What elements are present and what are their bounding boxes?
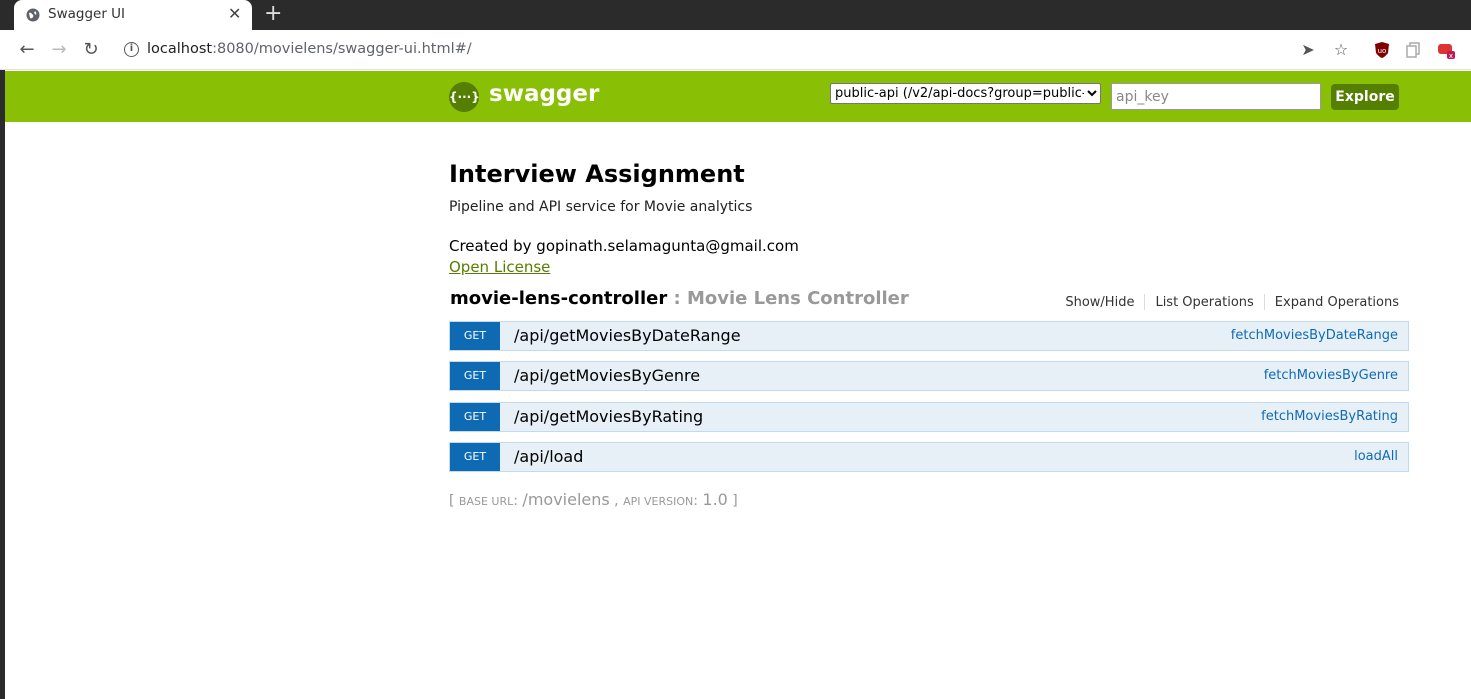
svg-text:uo: uo (1378, 47, 1387, 55)
url-path: :8080/movielens/swagger-ui.html#/ (212, 41, 472, 57)
expand-operations-link[interactable]: Expand Operations (1265, 295, 1399, 310)
globe-icon (26, 8, 40, 22)
operation-path[interactable]: /api/getMoviesByDateRange (514, 326, 741, 345)
operation-nickname[interactable]: fetchMoviesByRating (1261, 409, 1398, 424)
send-icon[interactable]: ➤ (1298, 40, 1318, 60)
method-badge[interactable]: GET (450, 443, 500, 471)
browser-tab[interactable]: Swagger UI ✕ (14, 0, 252, 30)
resource-heading[interactable]: movie-lens-controller : Movie Lens Contr… (450, 288, 909, 309)
address-bar[interactable]: i localhost:8080/movielens/swagger-ui.ht… (114, 34, 1364, 66)
api-key-input[interactable] (1111, 83, 1321, 110)
api-version-label: api version (623, 495, 694, 508)
browser-toolbar: ← → ↻ i localhost:8080/movielens/swagger… (0, 30, 1471, 70)
swagger-logo-icon[interactable]: {···} (449, 82, 480, 112)
operation-row[interactable]: GET /api/load loadAll (449, 442, 1409, 472)
swagger-header: {···} swagger public-api (/v2/api-docs?g… (5, 71, 1471, 122)
show-hide-link[interactable]: Show/Hide (1055, 295, 1144, 310)
footer-open-bracket: [ (449, 493, 455, 509)
operation-row[interactable]: GET /api/getMoviesByGenre fetchMoviesByG… (449, 361, 1409, 391)
method-badge[interactable]: GET (450, 403, 500, 431)
operation-nickname[interactable]: loadAll (1354, 449, 1398, 464)
url-text[interactable]: localhost:8080/movielens/swagger-ui.html… (147, 41, 472, 57)
operation-path[interactable]: /api/getMoviesByRating (514, 407, 703, 426)
operation-path[interactable]: /api/getMoviesByGenre (514, 366, 700, 385)
extension-icon[interactable]: x (1436, 40, 1456, 60)
url-host: localhost (147, 41, 213, 57)
forward-arrow-icon[interactable]: → (48, 39, 70, 61)
star-icon[interactable]: ☆ (1331, 40, 1351, 60)
new-tab-icon[interactable]: + (264, 2, 282, 26)
browser-tabstrip: Swagger UI ✕ + (0, 0, 1471, 30)
resource-options: Show/Hide List Operations Expand Operation… (1055, 294, 1399, 310)
list-operations-link[interactable]: List Operations (1145, 295, 1263, 310)
base-url-value: /movielens (522, 490, 610, 509)
reload-icon[interactable]: ↻ (80, 39, 102, 61)
api-version-value: 1.0 (702, 490, 728, 509)
operation-row[interactable]: GET /api/getMoviesByRating fetchMoviesBy… (449, 402, 1409, 432)
method-badge[interactable]: GET (450, 362, 500, 390)
operation-nickname[interactable]: fetchMoviesByGenre (1264, 368, 1398, 383)
license-link[interactable]: Open License (449, 258, 550, 276)
ublock-shield-icon[interactable]: uo (1372, 40, 1392, 60)
operation-nickname[interactable]: fetchMoviesByDateRange (1231, 328, 1398, 343)
tab-title: Swagger UI (48, 6, 126, 22)
close-icon[interactable]: ✕ (228, 4, 241, 24)
copy-icon[interactable] (1404, 40, 1424, 60)
back-arrow-icon[interactable]: ← (16, 39, 38, 61)
base-url-label: base url (458, 495, 514, 508)
swagger-logo-text[interactable]: swagger (489, 81, 599, 107)
api-contact: Created by gopinath.selamagunta@gmail.co… (449, 237, 799, 255)
api-footer: [ base url: /movielens , api version: 1.… (449, 490, 738, 509)
api-description: Pipeline and API service for Movie analy… (449, 199, 753, 215)
svg-text:x: x (1449, 52, 1453, 60)
resource-name[interactable]: movie-lens-controller (450, 288, 667, 309)
method-badge[interactable]: GET (450, 322, 500, 350)
api-title: Interview Assignment (449, 160, 745, 188)
resource-description: : Movie Lens Controller (673, 288, 909, 309)
api-definition-select[interactable]: public-api (/v2/api-docs?group=public-ap… (830, 83, 1101, 104)
operation-path[interactable]: /api/load (514, 447, 583, 466)
explore-button[interactable]: Explore (1331, 84, 1399, 110)
footer-close-bracket: ] (732, 493, 738, 509)
operation-row[interactable]: GET /api/getMoviesByDateRange fetchMovie… (449, 321, 1409, 351)
info-icon[interactable]: i (124, 42, 139, 57)
